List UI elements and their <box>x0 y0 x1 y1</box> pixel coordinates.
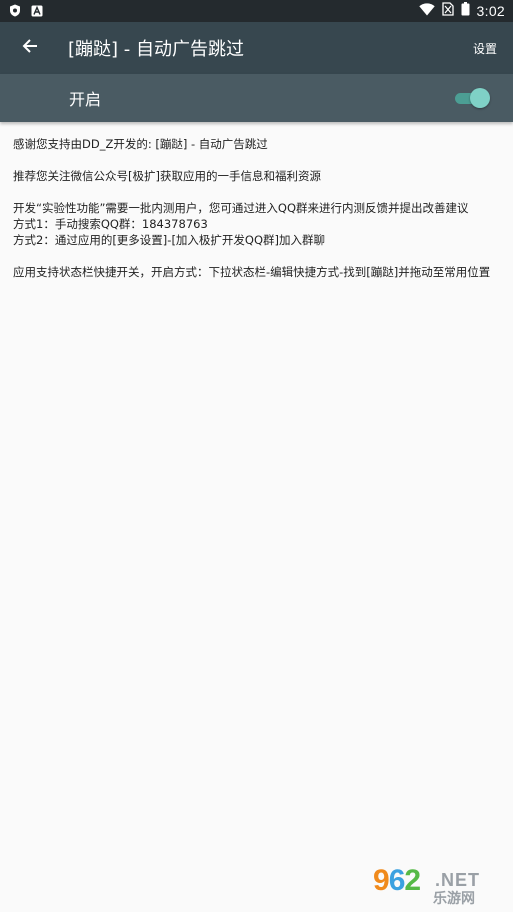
settings-button[interactable]: 设置 <box>457 40 513 57</box>
watermark-cn: 乐游网 <box>433 891 475 907</box>
app-a-icon <box>31 2 43 21</box>
status-bar-right: 3:02 <box>418 2 505 20</box>
enable-toggle-row[interactable]: 开启 <box>0 74 513 122</box>
status-bar-left <box>9 2 43 21</box>
watermark-logo: 962 .NET 乐游网 <box>373 864 501 907</box>
recommend-text: 推荐您关注微信公众号[极扩]获取应用的一手信息和福利资源 <box>13 169 321 183</box>
watermark-suffix: .NET <box>435 870 481 890</box>
beta-intro-text: 开发“实验性功能”需要一批内测用户，您可通过进入QQ群来进行内测反馈并提出改善建… <box>13 201 469 215</box>
tile-tip-text: 应用支持状态栏快捷开关，开启方式：下拉状态栏-编辑快捷方式-找到[蹦跶]并拖动至… <box>13 265 491 279</box>
thanks-text: 感谢您支持由DD_Z开发的: [蹦跶] - 自动广告跳过 <box>13 137 268 151</box>
arrow-left-icon <box>22 38 38 58</box>
back-button[interactable] <box>0 22 60 74</box>
wifi-icon <box>418 2 435 20</box>
battery-icon <box>461 2 470 20</box>
watermark-digits: 962 <box>373 864 421 897</box>
status-time: 3:02 <box>476 3 505 19</box>
info-content: 感谢您支持由DD_Z开发的: [蹦跶] - 自动广告跳过 推荐您关注微信公众号[… <box>13 136 503 280</box>
enable-switch[interactable] <box>455 88 490 108</box>
page-title: [蹦跶] - 自动广告跳过 <box>68 39 244 60</box>
status-bar: 3:02 <box>0 0 513 22</box>
app-bar: [蹦跶] - 自动广告跳过 设置 <box>0 22 513 74</box>
method1-text: 方式1：手动搜索QQ群：184378763 <box>13 217 208 231</box>
method2-text: 方式2：通过应用的[更多设置]-[加入极扩开发QQ群]加入群聊 <box>13 233 326 247</box>
shield-icon <box>9 2 21 21</box>
switch-thumb[interactable] <box>470 88 490 108</box>
no-sim-icon <box>441 2 454 20</box>
enable-toggle-label: 开启 <box>69 90 102 109</box>
